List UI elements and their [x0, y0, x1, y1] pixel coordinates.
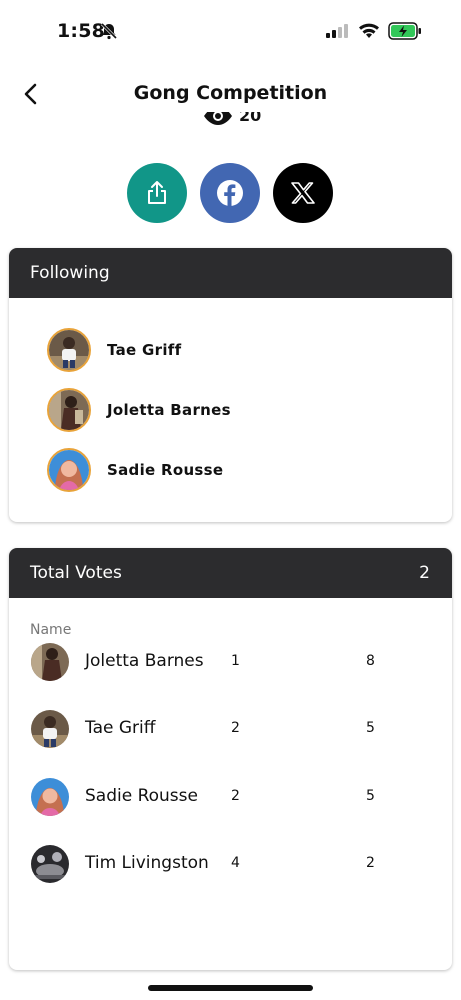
- following-name: Tae Griff: [107, 341, 182, 359]
- avatar: [31, 845, 69, 883]
- facebook-share-button[interactable]: [200, 163, 260, 223]
- following-item[interactable]: Joletta Barnes: [47, 388, 231, 432]
- facebook-icon: [217, 180, 243, 206]
- vote-rank: 2: [231, 720, 240, 736]
- views-counter: 20: [203, 112, 263, 132]
- x-logo-icon: [291, 182, 315, 204]
- votes-title: Total Votes: [30, 563, 122, 583]
- status-bar: 1:58: [0, 0, 461, 60]
- page-title: Gong Competition: [133, 82, 328, 104]
- avatar: [31, 778, 69, 816]
- eye-icon: [204, 112, 232, 125]
- vote-rank: 1: [231, 653, 240, 669]
- following-item[interactable]: Sadie Rousse: [47, 448, 223, 492]
- following-header: Following: [9, 248, 452, 298]
- vote-count: 2: [366, 855, 375, 871]
- avatar: [47, 388, 91, 432]
- following-card: Following Tae Griff Joletta Barnes Sadie…: [9, 248, 452, 522]
- x-share-button[interactable]: [273, 163, 333, 223]
- battery-charging-icon: [388, 22, 421, 40]
- share-button[interactable]: [127, 163, 187, 223]
- avatar: [47, 328, 91, 372]
- status-time: 1:58: [57, 20, 106, 42]
- vote-name: Joletta Barnes: [85, 651, 204, 671]
- avatar: [31, 643, 69, 681]
- home-indicator[interactable]: [148, 985, 313, 991]
- vote-row[interactable]: Sadie Rousse 2 5: [31, 778, 431, 818]
- votes-card: Total Votes 2 Name Joletta Barnes 1 8 Ta…: [9, 548, 452, 970]
- vote-name: Tae Griff: [85, 718, 156, 738]
- share-icon: [148, 181, 166, 204]
- vote-count: 5: [366, 788, 375, 804]
- vote-count: 8: [366, 653, 375, 669]
- views-count: 20: [239, 112, 262, 125]
- bell-muted-icon: [100, 22, 118, 40]
- column-name-label: Name: [30, 622, 72, 638]
- avatar: [47, 448, 91, 492]
- vote-rank: 2: [231, 788, 240, 804]
- vote-row[interactable]: Joletta Barnes 1 8: [31, 643, 431, 683]
- avatar: [31, 710, 69, 748]
- cellular-signal-icon: [326, 24, 348, 38]
- vote-name: Sadie Rousse: [85, 786, 198, 806]
- votes-header: Total Votes 2: [9, 548, 452, 598]
- vote-row[interactable]: Tae Griff 2 5: [31, 710, 431, 750]
- vote-count: 5: [366, 720, 375, 736]
- vote-row[interactable]: Tim Livingston 4 2: [31, 845, 431, 885]
- following-item[interactable]: Tae Griff: [47, 328, 181, 372]
- following-name: Joletta Barnes: [107, 401, 231, 419]
- following-title: Following: [30, 263, 110, 283]
- vote-name: Tim Livingston: [85, 853, 209, 873]
- following-name: Sadie Rousse: [107, 461, 224, 479]
- votes-total: 2: [419, 563, 430, 583]
- vote-rank: 4: [231, 855, 240, 871]
- wifi-icon: [359, 23, 379, 38]
